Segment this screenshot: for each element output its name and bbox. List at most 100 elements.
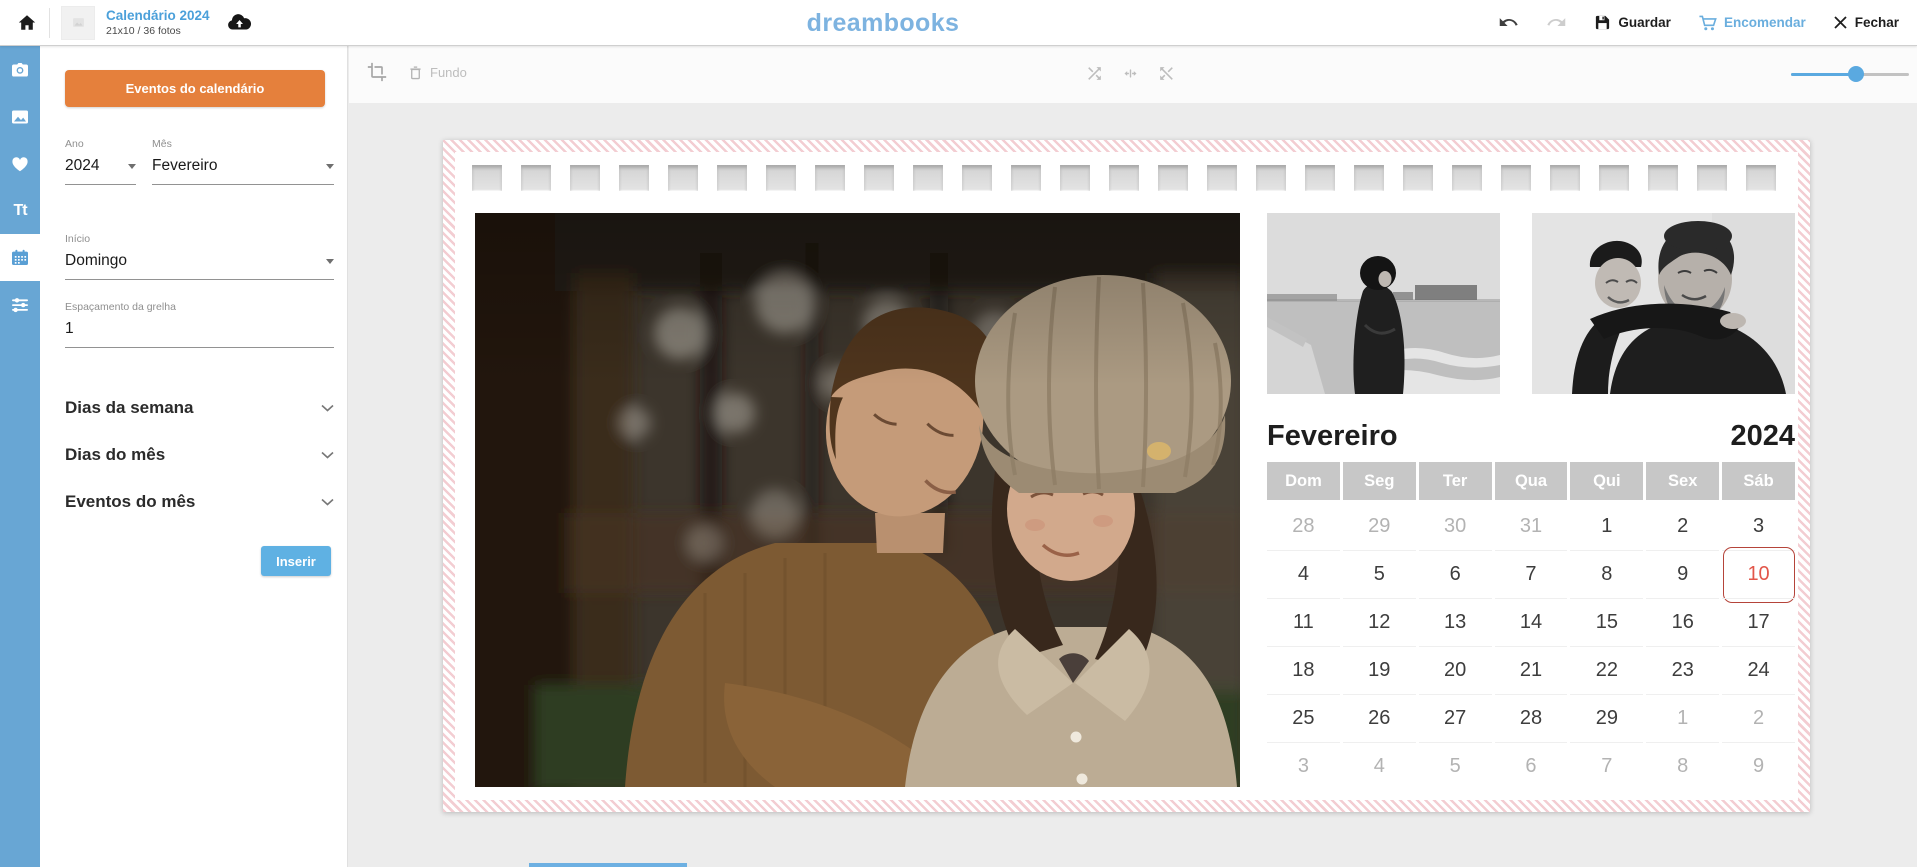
rail-item-settings[interactable] bbox=[0, 281, 40, 328]
calendar-events-button[interactable]: Eventos do calendário bbox=[65, 70, 325, 107]
calendar-day-cell: 1 bbox=[1570, 502, 1643, 550]
week-start-select[interactable]: Início Domingo bbox=[65, 233, 334, 280]
heart-icon bbox=[9, 153, 31, 175]
binding-hole bbox=[1011, 165, 1041, 191]
upload-sync-button[interactable] bbox=[225, 12, 252, 33]
binding-hole bbox=[1550, 165, 1580, 191]
order-label: Encomendar bbox=[1724, 15, 1806, 30]
save-button[interactable]: Guardar bbox=[1594, 14, 1671, 31]
binding-hole bbox=[1403, 165, 1433, 191]
calendar-day-cell: 31 bbox=[1495, 502, 1568, 550]
insert-button[interactable]: Inserir bbox=[261, 546, 331, 576]
calendar-grid: 2829303112345678910111213141516171819202… bbox=[1267, 502, 1795, 790]
binding-hole bbox=[1648, 165, 1678, 191]
chevron-down-icon bbox=[321, 404, 334, 412]
section-weekdays[interactable]: Dias da semana bbox=[65, 384, 334, 431]
calendar-day-cell: 13 bbox=[1419, 598, 1492, 646]
calendar-day-cell: 16 bbox=[1646, 598, 1719, 646]
calendar-day-cell: 20 bbox=[1419, 646, 1492, 694]
rail-item-text[interactable]: Tt bbox=[0, 187, 40, 234]
zoom-slider[interactable] bbox=[1791, 66, 1909, 82]
save-icon bbox=[1594, 14, 1611, 31]
chevron-down-icon bbox=[321, 451, 334, 459]
rail-item-calendar[interactable] bbox=[0, 234, 40, 281]
binding-holes bbox=[472, 165, 1776, 191]
month-value: Fevereiro bbox=[152, 157, 217, 175]
calendar-month-title: Fevereiro bbox=[1267, 420, 1398, 453]
image-placeholder-icon bbox=[71, 15, 86, 30]
weekday-cell: Seg bbox=[1343, 462, 1416, 500]
close-button[interactable]: Fechar bbox=[1833, 15, 1899, 30]
calendar-day-cell: 18 bbox=[1267, 646, 1340, 694]
calendar-day-cell: 26 bbox=[1343, 694, 1416, 742]
weekday-cell: Sáb bbox=[1722, 462, 1795, 500]
shuffle-icon bbox=[1085, 64, 1104, 83]
calendar-day-cell: 8 bbox=[1570, 550, 1643, 598]
grid-spacing-label: Espaçamento da grelha bbox=[65, 301, 334, 313]
binding-hole bbox=[864, 165, 894, 191]
calendar-week-row: 11121314151617 bbox=[1267, 598, 1795, 646]
couple-photo-illustration bbox=[1532, 213, 1795, 394]
undo-button[interactable] bbox=[1498, 12, 1519, 33]
trash-icon bbox=[407, 64, 424, 81]
calendar-day-cell: 6 bbox=[1419, 550, 1492, 598]
editor-canvas: Fevereiro 2024 DomSegTerQuaQuiSexSáb 282… bbox=[349, 103, 1917, 867]
binding-hole bbox=[913, 165, 943, 191]
main-photo-illustration bbox=[475, 213, 1240, 787]
calendar-day-cell: 4 bbox=[1343, 742, 1416, 790]
calendar-day-cell: 3 bbox=[1722, 502, 1795, 550]
small-photo-2[interactable] bbox=[1532, 213, 1795, 394]
shuffle-layout-button[interactable] bbox=[1157, 64, 1176, 83]
binding-hole bbox=[570, 165, 600, 191]
calendar-day-cell: 17 bbox=[1722, 598, 1795, 646]
calendar-day-cell: 25 bbox=[1267, 694, 1340, 742]
highlight-ring bbox=[1723, 547, 1795, 603]
section-month-days[interactable]: Dias do mês bbox=[65, 431, 334, 478]
binding-hole bbox=[1256, 165, 1286, 191]
grid-spacing-input[interactable]: Espaçamento da grelha 1 bbox=[65, 301, 334, 348]
calendar-day-cell: 23 bbox=[1646, 646, 1719, 694]
order-button[interactable]: Encomendar bbox=[1698, 13, 1806, 32]
main-photo[interactable] bbox=[475, 213, 1240, 787]
calendar-day-cell: 11 bbox=[1267, 598, 1340, 646]
rail-item-layouts[interactable] bbox=[0, 93, 40, 140]
calendar-day-cell: 28 bbox=[1267, 502, 1340, 550]
calendar-page[interactable]: Fevereiro 2024 DomSegTerQuaQuiSexSáb 282… bbox=[443, 140, 1810, 812]
binding-hole bbox=[1452, 165, 1482, 191]
section-month-events[interactable]: Eventos do mês bbox=[65, 478, 334, 525]
delete-background-button[interactable]: Fundo bbox=[407, 64, 467, 81]
calendar-day-cell: 2 bbox=[1646, 502, 1719, 550]
dreambooks-logo: dreambooks bbox=[807, 9, 960, 38]
weekday-cell: Qui bbox=[1570, 462, 1643, 500]
calendar-day-cell: 19 bbox=[1343, 646, 1416, 694]
rail-item-favorites[interactable] bbox=[0, 140, 40, 187]
redo-button[interactable] bbox=[1546, 12, 1567, 33]
project-subtitle: 21x10 / 36 fotos bbox=[106, 25, 210, 37]
page-inner: Fevereiro 2024 DomSegTerQuaQuiSexSáb 282… bbox=[455, 152, 1798, 800]
zoom-slider-thumb[interactable] bbox=[1848, 66, 1864, 82]
crop-button[interactable] bbox=[367, 62, 387, 82]
home-icon bbox=[16, 12, 38, 34]
text-tool-icon: Tt bbox=[13, 202, 26, 220]
swap-horizontal-button[interactable] bbox=[1121, 64, 1140, 83]
cart-icon bbox=[1698, 13, 1717, 32]
binding-hole bbox=[1746, 165, 1776, 191]
calendar-day-cell: 2 bbox=[1722, 694, 1795, 742]
small-photo-1[interactable] bbox=[1267, 213, 1500, 394]
calendar-day-cell: 7 bbox=[1570, 742, 1643, 790]
month-select[interactable]: Mês Fevereiro bbox=[152, 138, 334, 185]
calendar-grid-element[interactable]: Fevereiro 2024 DomSegTerQuaQuiSexSáb 282… bbox=[1267, 420, 1795, 790]
binding-hole bbox=[962, 165, 992, 191]
binding-hole bbox=[1354, 165, 1384, 191]
calendar-day-cell: 5 bbox=[1343, 550, 1416, 598]
year-select[interactable]: Ano 2024 bbox=[65, 138, 136, 185]
calendar-week-row: 3456789 bbox=[1267, 742, 1795, 790]
section-label: Dias do mês bbox=[65, 445, 165, 465]
bottom-page-indicator[interactable] bbox=[529, 863, 687, 867]
home-button[interactable] bbox=[16, 12, 38, 34]
calendar-day-cell: 4 bbox=[1267, 550, 1340, 598]
rail-item-photos[interactable] bbox=[0, 46, 40, 93]
shuffle-photos-button[interactable] bbox=[1085, 64, 1104, 83]
sliders-icon bbox=[9, 294, 31, 316]
calendar-day-cell: 24 bbox=[1722, 646, 1795, 694]
